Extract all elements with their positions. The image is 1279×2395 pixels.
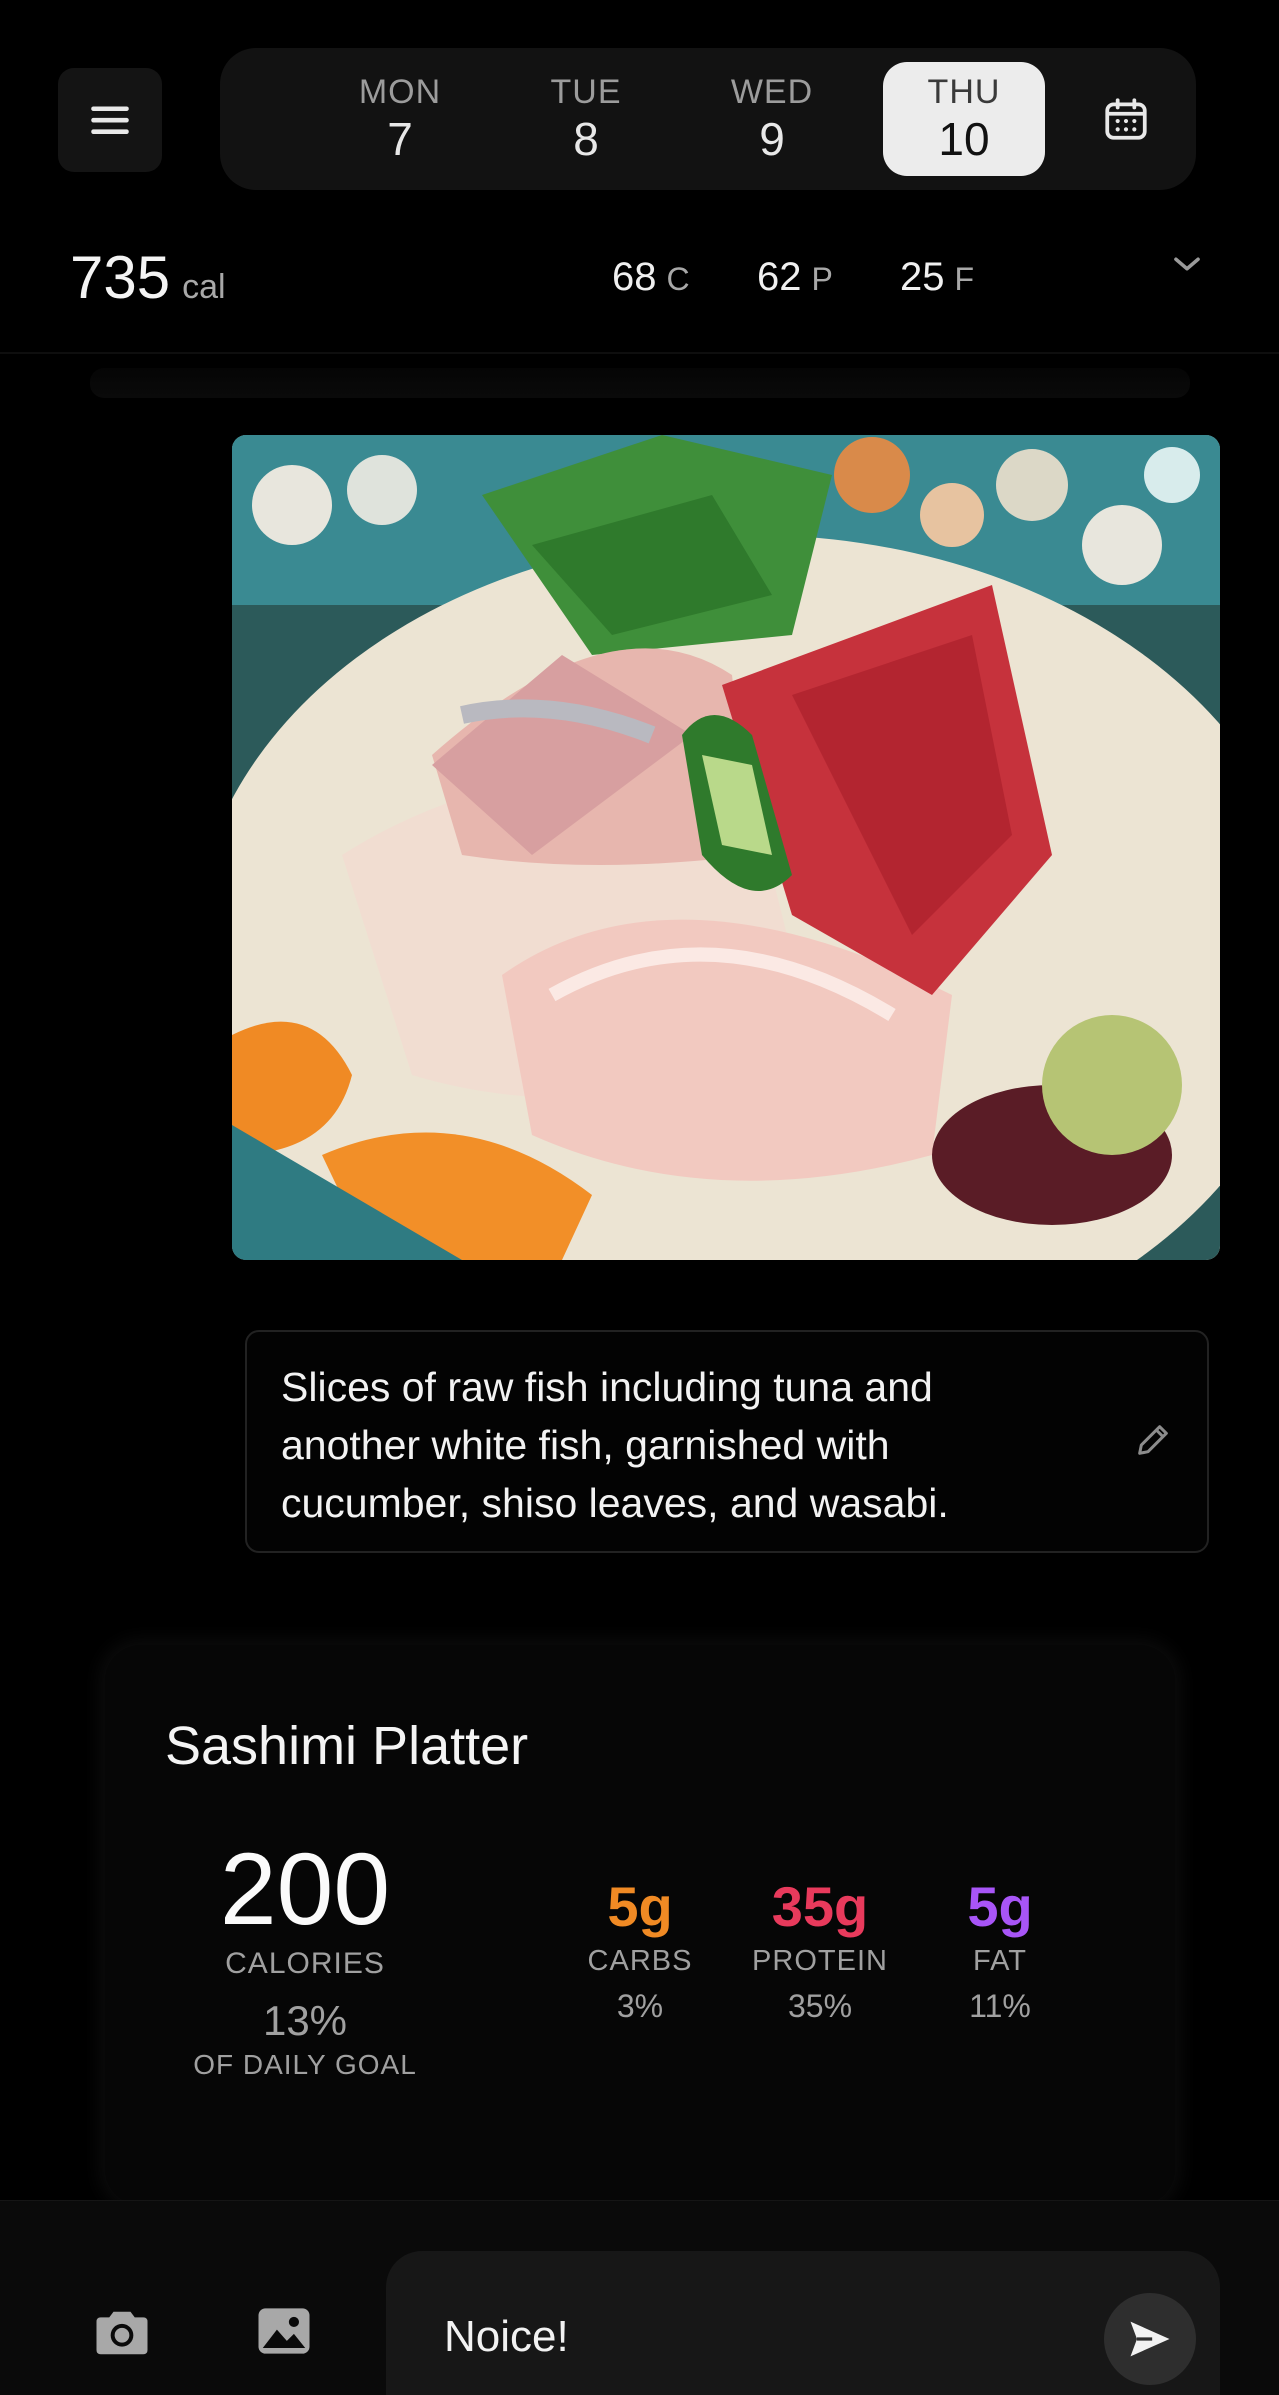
macro-carbs-pct: 3% [616, 1988, 664, 2024]
composer-bar [0, 2200, 1279, 2395]
day-selector: MON 7 TUE 8 WED 9 THU 10 [220, 48, 1196, 190]
macro-fat-label: FAT [972, 1945, 1028, 1977]
pencil-icon[interactable] [1133, 1420, 1173, 1460]
summary-fat-value: 25 [900, 255, 945, 299]
day-tue[interactable]: TUE 8 [505, 62, 667, 176]
macro-protein-value: 35g [771, 1875, 869, 1938]
summary-protein-value: 62 [757, 255, 802, 299]
calendar-icon [1105, 98, 1147, 140]
scroll-fade [90, 368, 1190, 398]
summary-protein-label: P [811, 261, 833, 297]
macro-fat: 5g FAT 11% [915, 1875, 1085, 2025]
day-number: 10 [938, 113, 990, 165]
day-name: TUE [550, 73, 622, 111]
summary-fat-label: F [954, 261, 975, 297]
macro-protein: 35g PROTEIN 35% [735, 1875, 905, 2025]
macro-fat-value: 5g [967, 1875, 1033, 1938]
app-screen: MON 7 TUE 8 WED 9 THU 10 735 cal 68 C 62… [0, 0, 1279, 2395]
goal-label: OF DAILY GOAL [193, 2049, 417, 2080]
summary-carbs: 68 C [612, 255, 690, 300]
day-mon[interactable]: MON 7 [319, 62, 481, 176]
total-calories: 735 cal [70, 243, 226, 312]
food-photo[interactable] [232, 435, 1220, 1260]
day-number: 9 [759, 113, 785, 165]
chevron-down-icon[interactable] [1168, 245, 1206, 283]
sashimi-photo [232, 435, 1220, 1260]
calendar-button[interactable] [1086, 80, 1166, 160]
day-wed[interactable]: WED 9 [691, 62, 853, 176]
macro-carbs-value: 5g [607, 1875, 673, 1938]
macro-carbs-label: CARBS [587, 1945, 693, 1977]
day-name: THU [927, 73, 1001, 111]
goal-percent: 13% [262, 1997, 348, 2044]
daily-summary[interactable]: 735 cal 68 C 62 P 25 F [0, 225, 1279, 355]
macro-protein-label: PROTEIN [752, 1945, 888, 1977]
send-icon [1130, 2321, 1170, 2357]
message-input[interactable] [444, 2309, 1064, 2365]
summary-carbs-value: 68 [612, 255, 657, 299]
camera-icon[interactable] [88, 2299, 156, 2367]
day-name: MON [358, 73, 442, 111]
day-number: 7 [387, 113, 413, 165]
total-calories-value: 735 [70, 244, 171, 311]
summary-fat: 25 F [900, 255, 974, 300]
meal-calories-value: 200 [219, 1832, 391, 1946]
meal-title: Sashimi Platter [165, 1716, 529, 1776]
macro-carbs: 5g CARBS 3% [555, 1875, 725, 2025]
divider [0, 352, 1279, 354]
macro-fat-pct: 11% [969, 1988, 1031, 2024]
image-icon[interactable] [250, 2297, 318, 2365]
total-calories-unit: cal [182, 268, 226, 306]
day-name: WED [730, 73, 814, 111]
meal-calories-label: CALORIES [225, 1947, 385, 1980]
hamburger-menu-icon [91, 106, 129, 134]
meal-card[interactable]: Sashimi Platter 200 CALORIES 13% OF DAIL… [105, 1645, 1175, 2205]
macro-protein-pct: 35% [787, 1988, 853, 2024]
summary-carbs-label: C [666, 261, 690, 297]
day-number: 8 [573, 113, 599, 165]
meal-calories: 200 CALORIES 13% OF DAILY GOAL [145, 1835, 465, 2081]
send-button[interactable] [1104, 2293, 1196, 2385]
description-text: Slices of raw fish including tuna and an… [281, 1364, 949, 1526]
summary-protein: 62 P [757, 255, 833, 300]
meal-description[interactable]: Slices of raw fish including tuna and an… [245, 1330, 1209, 1553]
message-input-container [386, 2251, 1220, 2395]
day-thu-selected[interactable]: THU 10 [883, 62, 1045, 176]
menu-button[interactable] [58, 68, 162, 172]
